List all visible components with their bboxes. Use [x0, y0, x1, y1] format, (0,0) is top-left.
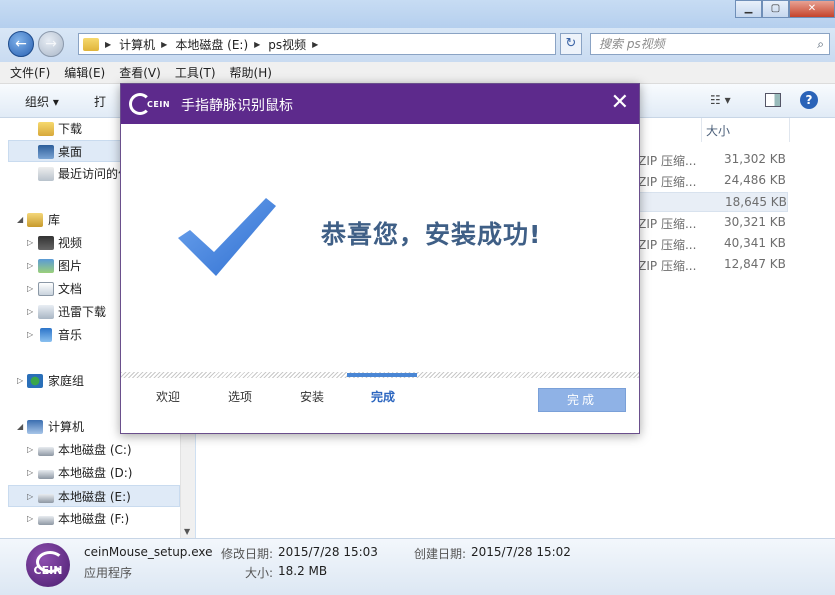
breadcrumb-chevron-icon[interactable]: ▶	[161, 40, 167, 49]
pictures-icon	[38, 259, 54, 273]
breadcrumb-disk-e[interactable]: 本地磁盘 (E:)	[175, 36, 248, 53]
dialog-header: CEIN 手指静脉识别鼠标 ✕	[121, 84, 639, 124]
folder-icon	[83, 37, 99, 51]
videos-icon	[38, 236, 54, 250]
column-divider	[789, 118, 790, 142]
file-size: 30,321 KB	[724, 215, 786, 229]
details-pane: CEIN ceinMouse_setup.exe 应用程序 修改日期: 2015…	[0, 538, 835, 595]
expand-arrow-icon[interactable]: ▷	[27, 232, 33, 254]
organize-button[interactable]: 组织 ▾	[25, 93, 59, 110]
menu-tools[interactable]: 工具(T)	[175, 64, 216, 81]
search-input[interactable]: 搜索 ps视频 ⌕	[590, 33, 830, 55]
size-label: 大小:	[245, 566, 274, 580]
menu-file[interactable]: 文件(F)	[10, 64, 50, 81]
selected-file-name: ceinMouse_setup.exe	[84, 545, 213, 559]
finish-button[interactable]: 完成	[538, 388, 626, 412]
column-header-size[interactable]: 大小	[706, 122, 730, 139]
nav-item-disk-f[interactable]: ▷ 本地磁盘 (F:)	[0, 508, 180, 530]
expand-arrow-icon[interactable]: ▷	[27, 278, 33, 300]
expand-arrow-icon[interactable]: ▷	[27, 439, 33, 461]
expand-arrow-icon[interactable]: ▷	[27, 462, 33, 484]
documents-icon	[38, 282, 54, 296]
homegroup-icon	[27, 374, 43, 388]
disk-drive-icon	[38, 447, 54, 456]
breadcrumb-computer[interactable]: 计算机	[119, 36, 155, 53]
selected-file-type: 应用程序	[84, 566, 133, 580]
window-controls: ▁ ▢ ✕	[735, 0, 835, 18]
recent-places-icon	[38, 167, 54, 181]
step-options: 选项	[228, 390, 253, 404]
minimize-button[interactable]: ▁	[735, 0, 762, 18]
expand-arrow-icon[interactable]: ▷	[27, 255, 33, 277]
menu-bar: 文件(F) 编辑(E) 查看(V) 工具(T) 帮助(H)	[0, 62, 835, 84]
file-size: 31,302 KB	[724, 152, 786, 166]
help-icon[interactable]: ?	[800, 91, 818, 109]
step-welcome: 欢迎	[156, 390, 181, 404]
libraries-icon	[27, 213, 43, 227]
expand-arrow-icon[interactable]: ▷	[27, 486, 33, 506]
expand-arrow-icon[interactable]: ◢	[17, 209, 23, 231]
disk-drive-icon	[38, 494, 54, 503]
menu-edit[interactable]: 编辑(E)	[64, 64, 105, 81]
search-icon[interactable]: ⌕	[817, 34, 824, 54]
address-bar[interactable]: ▶ 计算机 ▶ 本地磁盘 (E:) ▶ ps视频 ▶	[78, 33, 556, 55]
created-date-value: 2015/7/28 15:02	[471, 545, 571, 559]
step-finish: 完成	[371, 390, 396, 404]
install-success-message: 恭喜您，安装成功!	[321, 220, 542, 249]
breadcrumb-chevron-icon[interactable]: ▶	[105, 40, 111, 49]
address-row: ← → ▶ 计算机 ▶ 本地磁盘 (E:) ▶ ps视频 ▶ ↻ 搜索 ps视频…	[0, 28, 835, 62]
preview-pane-icon[interactable]	[765, 93, 781, 107]
dialog-title: 手指静脉识别鼠标	[181, 98, 293, 114]
expand-arrow-icon[interactable]: ◢	[17, 416, 23, 438]
disk-drive-icon	[38, 470, 54, 479]
step-install: 安装	[300, 390, 325, 404]
nav-item-disk-d[interactable]: ▷ 本地磁盘 (D:)	[0, 462, 180, 484]
expand-arrow-icon[interactable]: ▷	[27, 301, 33, 323]
breadcrumb-ps-video[interactable]: ps视频	[268, 36, 306, 53]
disk-drive-icon	[38, 516, 54, 525]
success-check-icon	[178, 198, 276, 276]
expand-arrow-icon[interactable]: ▷	[17, 370, 23, 392]
column-divider	[701, 118, 702, 142]
menu-view[interactable]: 查看(V)	[119, 64, 161, 81]
file-size: 12,847 KB	[724, 257, 786, 271]
toolbar-partial-button[interactable]: 打	[94, 93, 106, 110]
change-view-icon[interactable]: ☷ ▾	[710, 93, 731, 107]
expand-arrow-icon[interactable]: ▷	[27, 324, 33, 346]
dialog-close-icon[interactable]: ✕	[611, 90, 629, 116]
menu-help[interactable]: 帮助(H)	[230, 64, 272, 81]
file-size: 40,341 KB	[724, 236, 786, 250]
nav-item-disk-e[interactable]: ▷ 本地磁盘 (E:)	[8, 485, 180, 507]
cein-logo-icon: CEIN	[129, 93, 179, 115]
music-icon	[40, 328, 52, 342]
window-close-button[interactable]: ✕	[789, 0, 835, 18]
size-value: 18.2 MB	[278, 564, 328, 578]
file-size: 24,486 KB	[724, 173, 786, 187]
modified-date-label: 修改日期:	[221, 547, 274, 561]
window-title-bar: ▁ ▢ ✕	[0, 0, 835, 28]
forward-button[interactable]: →	[38, 31, 64, 57]
scroll-down-icon[interactable]: ▼	[184, 527, 190, 536]
expand-arrow-icon[interactable]: ▷	[27, 508, 33, 530]
modified-date-value: 2015/7/28 15:03	[278, 545, 378, 559]
thunder-download-icon	[38, 305, 54, 319]
maximize-button[interactable]: ▢	[762, 0, 789, 18]
step-progress-indicator	[347, 373, 417, 377]
refresh-button[interactable]: ↻	[560, 33, 582, 55]
downloads-folder-icon	[38, 122, 54, 136]
file-size: 18,645 KB	[725, 195, 787, 209]
created-date-label: 创建日期:	[414, 547, 467, 561]
computer-icon	[27, 420, 43, 434]
installer-dialog: CEIN 手指静脉识别鼠标 ✕ 恭喜您，安装成功! 欢迎 选项 安装 完成 完成	[120, 83, 640, 434]
back-button[interactable]: ←	[8, 31, 34, 57]
cein-app-icon: CEIN	[26, 543, 70, 587]
breadcrumb-chevron-icon[interactable]: ▶	[312, 40, 318, 49]
desktop-icon	[38, 145, 54, 159]
nav-item-disk-c[interactable]: ▷ 本地磁盘 (C:)	[0, 439, 180, 461]
breadcrumb-chevron-icon[interactable]: ▶	[254, 40, 260, 49]
